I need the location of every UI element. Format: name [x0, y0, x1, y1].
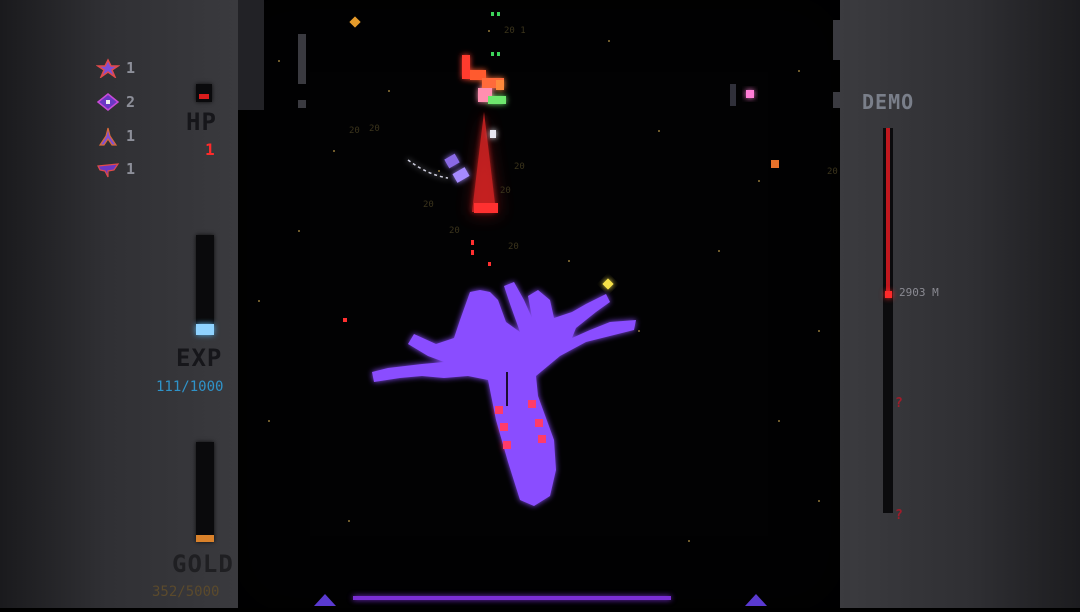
inventory-item: 2 [96, 92, 135, 112]
inventory-item: 1 [96, 58, 135, 78]
score-popup: 20 [449, 226, 460, 236]
score-popup: 20 [500, 186, 511, 196]
barrier-block [298, 100, 306, 108]
left-hud-panel: 1 2 1 1 HP 1 EXP 111/1000 GOLD 352/5000 [0, 0, 238, 608]
gold-label: GOLD [172, 550, 234, 578]
inventory-count: 1 [126, 160, 136, 178]
score-popup: 20 [369, 124, 380, 134]
hp-bar [196, 84, 212, 102]
score-popup: 20 [349, 126, 360, 136]
score-popup: 20 1 [504, 26, 526, 36]
boss-health-bar [353, 596, 671, 600]
enemy-laser-cone [343, 110, 500, 322]
boss-squid [372, 282, 636, 506]
inventory-count: 1 [126, 59, 136, 77]
exp-bar [196, 235, 214, 335]
inventory-count: 2 [126, 93, 136, 111]
right-boundary-arrow-icon [745, 594, 767, 606]
enemy-bullet [746, 90, 754, 98]
gold-bar [196, 442, 214, 542]
left-boundary-arrow-icon [314, 594, 336, 606]
game-scene [238, 0, 840, 542]
eye-ship-icon [96, 93, 120, 111]
barrier-block [833, 92, 840, 108]
flower-ship-icon [96, 58, 120, 78]
enemy-eyes [491, 12, 500, 56]
level-progress-fill [886, 128, 890, 294]
demo-label: DEMO [862, 90, 915, 114]
gold-bar-fill [196, 534, 214, 542]
score-popup: 20 [514, 162, 525, 172]
unknown-marker: ? [895, 396, 903, 411]
exploding-enemy [462, 55, 506, 104]
exp-bar-fill [196, 323, 214, 335]
barrier-wall [238, 0, 264, 110]
exp-label: EXP [176, 344, 223, 372]
hp-label: HP [186, 108, 217, 136]
inventory-item: 1 [96, 126, 135, 146]
gem-pickup [602, 278, 614, 290]
saucer-ship-icon [97, 163, 120, 178]
gold-value: 352/5000 [152, 584, 220, 600]
playfield: 20 1 20 20 20 20 20 20 20 20 [238, 0, 840, 608]
player-position-marker [885, 290, 892, 298]
gold-pickup [349, 16, 361, 28]
hp-value: 1 [205, 140, 215, 159]
tripod-ship-icon [98, 127, 118, 146]
inventory-item: 1 [96, 159, 135, 179]
score-popup: 20 [827, 167, 838, 177]
distance-readout: 2903 M [899, 286, 939, 299]
gold-pickup [771, 160, 779, 168]
level-progress-track [883, 128, 893, 513]
hp-bar-fill [199, 94, 209, 99]
barrier-pillar [833, 20, 840, 60]
score-popup: 20 [423, 200, 434, 210]
score-popup: 20 [508, 242, 519, 252]
small-enemy [730, 84, 736, 106]
exp-value: 111/1000 [156, 379, 224, 395]
inventory-count: 1 [126, 127, 136, 145]
unknown-marker: ? [895, 508, 903, 523]
barrier-pillar [298, 34, 306, 84]
